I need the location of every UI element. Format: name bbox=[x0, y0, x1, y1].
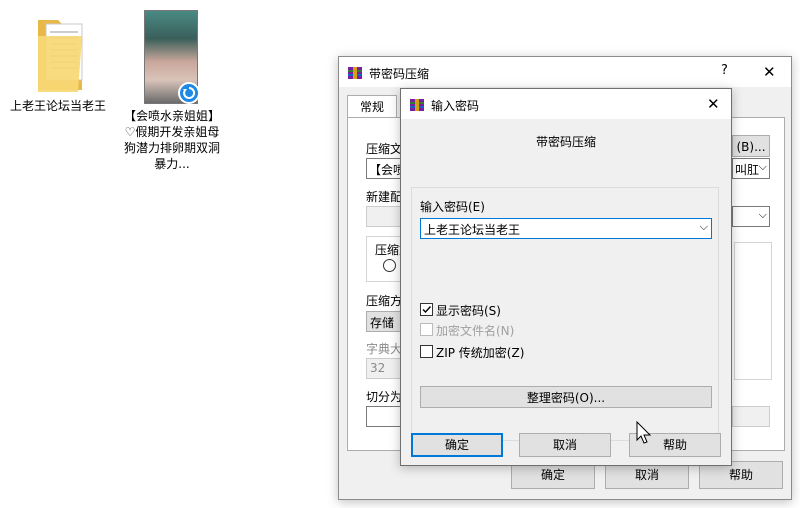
radio-icon[interactable] bbox=[383, 259, 396, 272]
chevron-down-icon: ⌵ bbox=[758, 160, 767, 173]
password-value: 上老王论坛当老王 bbox=[424, 223, 521, 237]
profile-select[interactable]: 叫肛 ⌵ bbox=[732, 158, 770, 179]
profile-value: 叫肛 bbox=[735, 163, 760, 177]
archive-dialog-titlebar[interactable]: 带密码压缩 ? ✕ bbox=[339, 57, 791, 87]
desktop-icon-folder[interactable]: 上老王论坛当老王 bbox=[10, 14, 106, 114]
winrar-icon bbox=[347, 65, 363, 81]
help-title-button[interactable]: ? bbox=[721, 63, 728, 78]
password-dialog-title: 输入密码 bbox=[431, 99, 480, 113]
chevron-down-icon: ⌵ bbox=[758, 208, 767, 221]
split-right-field[interactable] bbox=[732, 406, 770, 427]
desktop-icon-label: 上老王论坛当老王 bbox=[10, 99, 107, 113]
desktop-icon-label: 【会喷水亲姐姐】♡假期开发亲姐母狗潜力排卵期双洞暴力... bbox=[123, 109, 220, 171]
ok-button[interactable]: 确定 bbox=[411, 433, 503, 457]
options-group bbox=[734, 242, 772, 380]
ok-button-label: 确定 bbox=[444, 438, 469, 452]
archive-dialog-title: 带密码压缩 bbox=[369, 67, 430, 81]
tab-general[interactable]: 常规 bbox=[347, 95, 397, 118]
password-dialog: 输入密码 ✕ 带密码压缩 输入密码(E) 上老王论坛当老王 ⌵ 显示密码(S) … bbox=[400, 88, 732, 466]
method-label: 压缩方 bbox=[366, 294, 403, 308]
folder-icon bbox=[26, 14, 90, 98]
checkbox-icon bbox=[420, 323, 433, 336]
password-dialog-titlebar[interactable]: 输入密码 ✕ bbox=[401, 89, 731, 119]
close-button[interactable]: ✕ bbox=[707, 95, 720, 113]
show-password-label: 显示密码(S) bbox=[436, 304, 501, 318]
help-button-back-label: 帮助 bbox=[728, 468, 753, 482]
desktop-icon-video[interactable]: 【会喷水亲姐姐】♡假期开发亲姐母狗潜力排卵期双洞暴力... bbox=[120, 10, 224, 172]
mouse-cursor-icon bbox=[636, 420, 652, 445]
update-mode-select-right[interactable]: ⌵ bbox=[732, 206, 770, 227]
organize-passwords-button[interactable]: 整理密码(O)... bbox=[420, 386, 712, 408]
cancel-button[interactable]: 取消 bbox=[519, 433, 611, 457]
zip-legacy-label: ZIP 传统加密(Z) bbox=[436, 346, 525, 360]
browse-button[interactable]: (B)... bbox=[732, 135, 770, 157]
password-label: 输入密码(E) bbox=[420, 200, 485, 214]
checkbox-checked-icon bbox=[420, 303, 433, 316]
dictionary-label: 字典大 bbox=[366, 342, 403, 356]
chevron-down-icon[interactable]: ⌵ bbox=[700, 220, 708, 234]
organize-passwords-label: 整理密码(O)... bbox=[526, 391, 606, 405]
ok-button-back-label: 确定 bbox=[540, 468, 565, 482]
password-dialog-body: 带密码压缩 输入密码(E) 上老王论坛当老王 ⌵ 显示密码(S) 加密文件名(N… bbox=[401, 119, 731, 465]
cancel-button-back-label: 取消 bbox=[634, 468, 659, 482]
split-label: 切分为 bbox=[366, 390, 403, 404]
update-mode-label: 新建配 bbox=[366, 190, 403, 204]
encrypt-filenames-label: 加密文件名(N) bbox=[436, 324, 515, 338]
close-button[interactable]: ✕ bbox=[763, 63, 776, 81]
password-dialog-heading: 带密码压缩 bbox=[535, 135, 596, 149]
archive-name-label: 压缩文 bbox=[366, 142, 403, 156]
password-panel: 输入密码(E) 上老王论坛当老王 ⌵ 显示密码(S) 加密文件名(N) ZIP … bbox=[411, 187, 719, 441]
password-input[interactable]: 上老王论坛当老王 ⌵ bbox=[420, 218, 712, 239]
method-value: 存储 bbox=[370, 316, 395, 330]
video-thumbnail-icon bbox=[144, 10, 200, 104]
checkbox-icon bbox=[420, 345, 433, 358]
help-button-label: 帮助 bbox=[662, 438, 687, 452]
tab-general-label: 常规 bbox=[359, 100, 384, 114]
winrar-icon bbox=[409, 97, 425, 113]
dictionary-value: 32 bbox=[370, 361, 386, 375]
cancel-button-label: 取消 bbox=[552, 438, 577, 452]
browse-button-label: (B)... bbox=[736, 140, 766, 154]
